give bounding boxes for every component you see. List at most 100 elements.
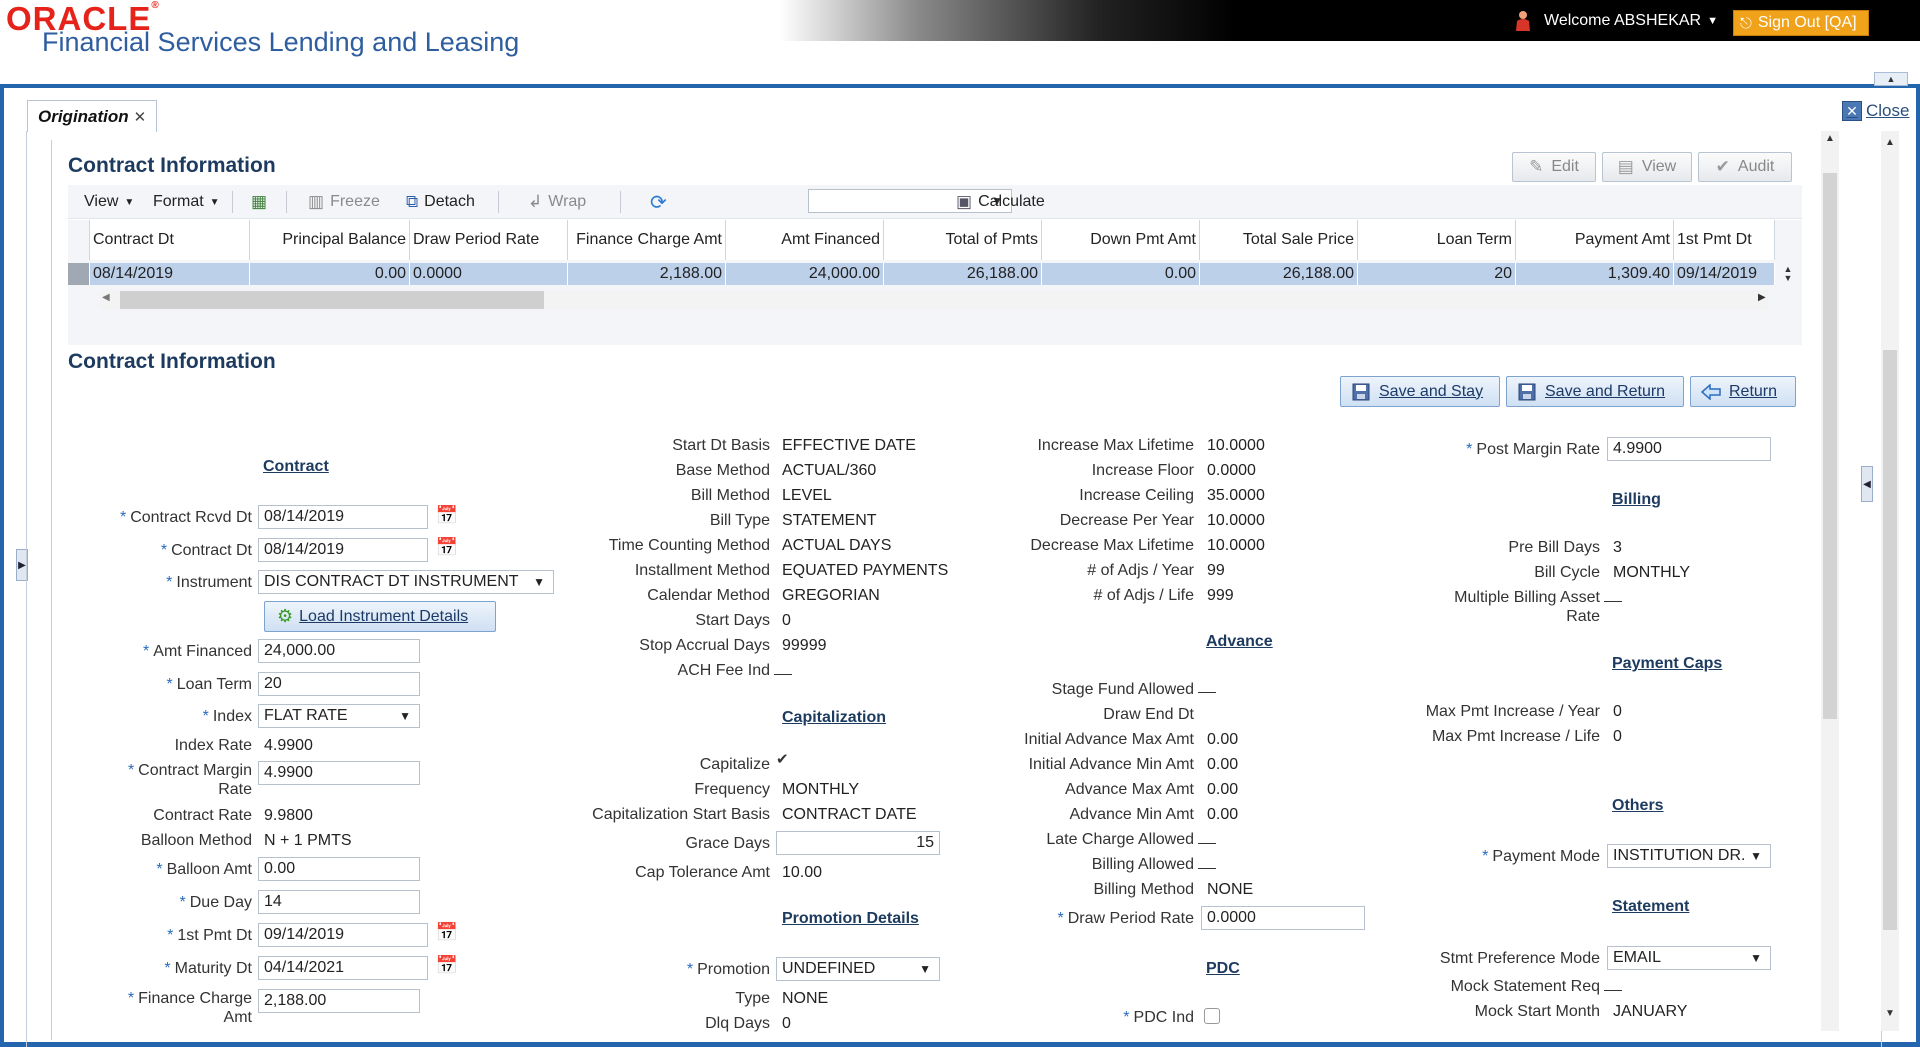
row-selector[interactable] (68, 263, 90, 285)
close-tab-icon[interactable]: ✕ (134, 108, 147, 126)
inner-scrollbar-thumb[interactable] (1823, 173, 1837, 719)
column-header[interactable]: Total of Pmts (884, 220, 1042, 260)
collapse-header-icon[interactable]: ▲ (1874, 72, 1908, 86)
view-menu[interactable]: View ▼ (84, 185, 134, 219)
max-pmt-increase-life-value: 0 (1613, 728, 1622, 745)
view-button[interactable]: ▤ View (1602, 152, 1692, 182)
user-menu[interactable]: Welcome ABSHEKAR ▼ (1512, 8, 1718, 34)
group-title-others: Others (1612, 797, 1664, 814)
amt-financed-label: * Amt Financed (143, 643, 252, 660)
column-header[interactable]: 1st Pmt Dt (1674, 220, 1775, 260)
promotion-value: UNDEFINED (782, 960, 876, 977)
bill-type-label: Bill Type (709, 512, 770, 529)
stmt-preference-mode-select[interactable]: EMAIL ▼ (1607, 946, 1771, 970)
divider (498, 191, 499, 213)
table-cell: 1,309.40 (1516, 263, 1674, 285)
scroll-up-icon[interactable]: ▲ (1821, 133, 1839, 147)
mock-statement-req-label: Mock Statement Req (1450, 978, 1600, 995)
table-cell: 09/14/2019 (1674, 263, 1775, 285)
calendar-icon[interactable]: 📅 (436, 536, 458, 558)
column-header[interactable]: Draw Period Rate (410, 220, 568, 260)
save-and-return-button[interactable]: Save and Return (1506, 376, 1684, 407)
loan-term-input[interactable]: 20 (258, 672, 420, 696)
sign-out-button[interactable]: ⎋ Sign Out [QA] (1733, 10, 1869, 36)
refresh-button[interactable]: ⟳ (650, 185, 673, 219)
maturity-dt-input[interactable]: 04/14/2021 (258, 956, 428, 980)
load-instrument-details-button[interactable]: ⚙ Load Instrument Details (264, 601, 496, 632)
scroll-down-icon[interactable]: ▼ (1881, 1008, 1899, 1022)
contract-dt-input[interactable]: 08/14/2019 (258, 538, 428, 562)
dlq-days-value: 0 (782, 1015, 791, 1032)
initial-advance-max-amt-value: 0.00 (1207, 731, 1239, 748)
column-header[interactable]: Finance Charge Amt (568, 220, 726, 260)
promotion-select[interactable]: UNDEFINED ▼ (776, 957, 940, 981)
pdc-ind-checkbox[interactable] (1204, 1008, 1220, 1024)
audit-button[interactable]: ✔ Audit (1698, 152, 1792, 182)
column-header[interactable]: Down Pmt Amt (1042, 220, 1200, 260)
table-cell: 20 (1358, 263, 1516, 285)
scroll-up-icon[interactable]: ▲ (1881, 137, 1899, 151)
group-title-contract: Contract (263, 458, 329, 475)
detach-icon: ⧉ (406, 192, 419, 211)
index-select[interactable]: FLAT RATE ▼ (258, 704, 420, 728)
due-day-input[interactable]: 14 (258, 890, 420, 914)
grid-horizontal-scrollbar-thumb[interactable] (120, 291, 544, 309)
scroll-left-icon[interactable]: ◀ (102, 292, 110, 303)
scroll-right-icon[interactable]: ▶ (1758, 292, 1766, 303)
column-header[interactable]: Principal Balance (250, 220, 410, 260)
contract-margin-rate-input[interactable]: 4.9900 (258, 761, 420, 785)
grace-days-input[interactable]: 15 (776, 831, 940, 855)
due-day-label: * Due Day (179, 894, 252, 911)
draw-period-rate-input[interactable]: 0.0000 (1201, 906, 1365, 930)
wrap-button[interactable]: ↲ Wrap (528, 185, 586, 219)
grid-vertical-scroll-icon[interactable]: ▲ ▼ (1782, 265, 1794, 283)
payment-mode-select[interactable]: INSTITUTION DR. ▼ (1607, 844, 1771, 868)
calendar-icon[interactable]: 📅 (436, 954, 458, 976)
outer-scrollbar-thumb[interactable] (1883, 350, 1897, 930)
contract-rcvd-dt-input[interactable]: 08/14/2019 (258, 505, 428, 529)
empty-value-dash (1198, 843, 1216, 844)
freeze-button[interactable]: ▥ Freeze (308, 185, 380, 219)
close-button[interactable]: ✕ Close (1842, 101, 1909, 121)
calculate-button[interactable]: ▣ Calculate (956, 185, 1045, 219)
calendar-icon[interactable]: 📅 (436, 921, 458, 943)
initial-advance-min-amt-value: 0.00 (1207, 756, 1239, 773)
grace-days-label: Grace Days (685, 835, 770, 852)
post-margin-rate-input[interactable]: 4.9900 (1607, 437, 1771, 461)
increase-floor-label: Increase Floor (1091, 462, 1194, 479)
decrease-per-year-value: 10.0000 (1207, 512, 1265, 529)
chevron-down-icon: ▼ (919, 962, 931, 976)
start-dt-basis-label: Start Dt Basis (672, 437, 770, 454)
first-pmt-dt-input[interactable]: 09/14/2019 (258, 923, 428, 947)
detach-button[interactable]: ⧉ Detach (406, 185, 475, 219)
column-header[interactable]: Loan Term (1358, 220, 1516, 260)
balloon-amt-input[interactable]: 0.00 (258, 857, 420, 881)
amt-financed-input[interactable]: 24,000.00 (258, 639, 420, 663)
balloon-method-value: N + 1 PMTS (264, 832, 352, 849)
tab-origination[interactable]: Origination ✕ (27, 100, 158, 132)
group-title-capitalization: Capitalization (782, 709, 887, 726)
edit-button[interactable]: ✎ Edit (1512, 152, 1596, 182)
increase-floor-value: 0.0000 (1207, 462, 1256, 479)
payment-mode-value: INSTITUTION DR. (1613, 847, 1746, 864)
decrease-per-year-label: Decrease Per Year (1059, 512, 1194, 529)
instrument-select[interactable]: DIS CONTRACT DT INSTRUMENT ▼ (258, 570, 554, 594)
format-menu[interactable]: Format ▼ (153, 185, 220, 219)
pre-bill-days-value: 3 (1613, 539, 1622, 556)
chevron-down-icon: ▼ (1750, 849, 1762, 863)
column-header[interactable]: Total Sale Price (1200, 220, 1358, 260)
column-header[interactable]: Payment Amt (1516, 220, 1674, 260)
return-button[interactable]: Return (1690, 376, 1796, 407)
cap-tolerance-amt-value: 10.00 (782, 864, 823, 881)
column-header[interactable]: Contract Dt (90, 220, 250, 260)
column-header[interactable]: Amt Financed (726, 220, 884, 260)
finance-charge-amt-input[interactable]: 2,188.00 (258, 989, 420, 1013)
refresh-icon: ⟳ (650, 191, 667, 214)
stop-accrual-days-label: Stop Accrual Days (639, 637, 770, 654)
view-label: View (1641, 158, 1677, 175)
save-and-stay-button[interactable]: Save and Stay (1340, 376, 1500, 407)
freeze-label: Freeze (330, 193, 380, 210)
calendar-icon[interactable]: 📅 (436, 504, 458, 526)
table-row[interactable]: 08/14/2019 0.00 0.0000 2,188.00 24,000.0… (68, 263, 1775, 285)
query-by-example-button[interactable]: ▦ (251, 185, 273, 219)
